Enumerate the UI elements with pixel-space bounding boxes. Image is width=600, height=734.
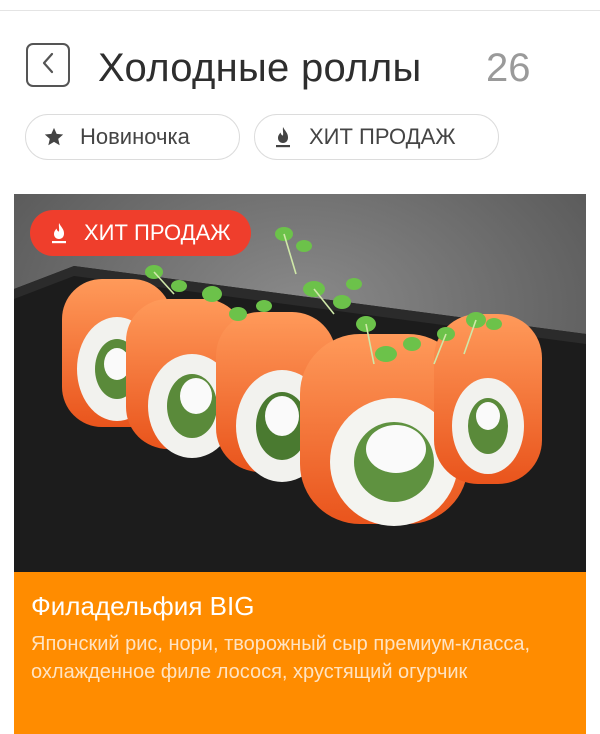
back-button[interactable] bbox=[26, 43, 70, 87]
filter-chip-new[interactable]: Новиночка bbox=[25, 114, 240, 160]
hit-badge-label: ХИТ ПРОДАЖ bbox=[84, 220, 231, 245]
hit-badge: ХИТ ПРОДАЖ bbox=[30, 210, 251, 256]
product-card[interactable]: ХИТ ПРОДАЖ Филадельфия BIG Японский рис,… bbox=[14, 194, 586, 734]
filter-chip-hit[interactable]: ХИТ ПРОДАЖ bbox=[254, 114, 499, 160]
product-name: Филадельфия BIG bbox=[31, 591, 255, 621]
product-description: Японский рис, нори, творожный сыр премиу… bbox=[31, 633, 530, 683]
item-count: 26 bbox=[486, 46, 531, 90]
page-title: Холодные роллы bbox=[98, 46, 422, 90]
star-icon bbox=[42, 125, 66, 149]
fire-icon bbox=[271, 125, 295, 149]
fire-icon bbox=[48, 221, 72, 245]
top-divider bbox=[0, 10, 600, 11]
chevron-left-icon bbox=[41, 52, 55, 79]
filter-chip-label: Новиночка bbox=[80, 124, 190, 149]
filter-chip-label: ХИТ ПРОДАЖ bbox=[309, 124, 456, 149]
